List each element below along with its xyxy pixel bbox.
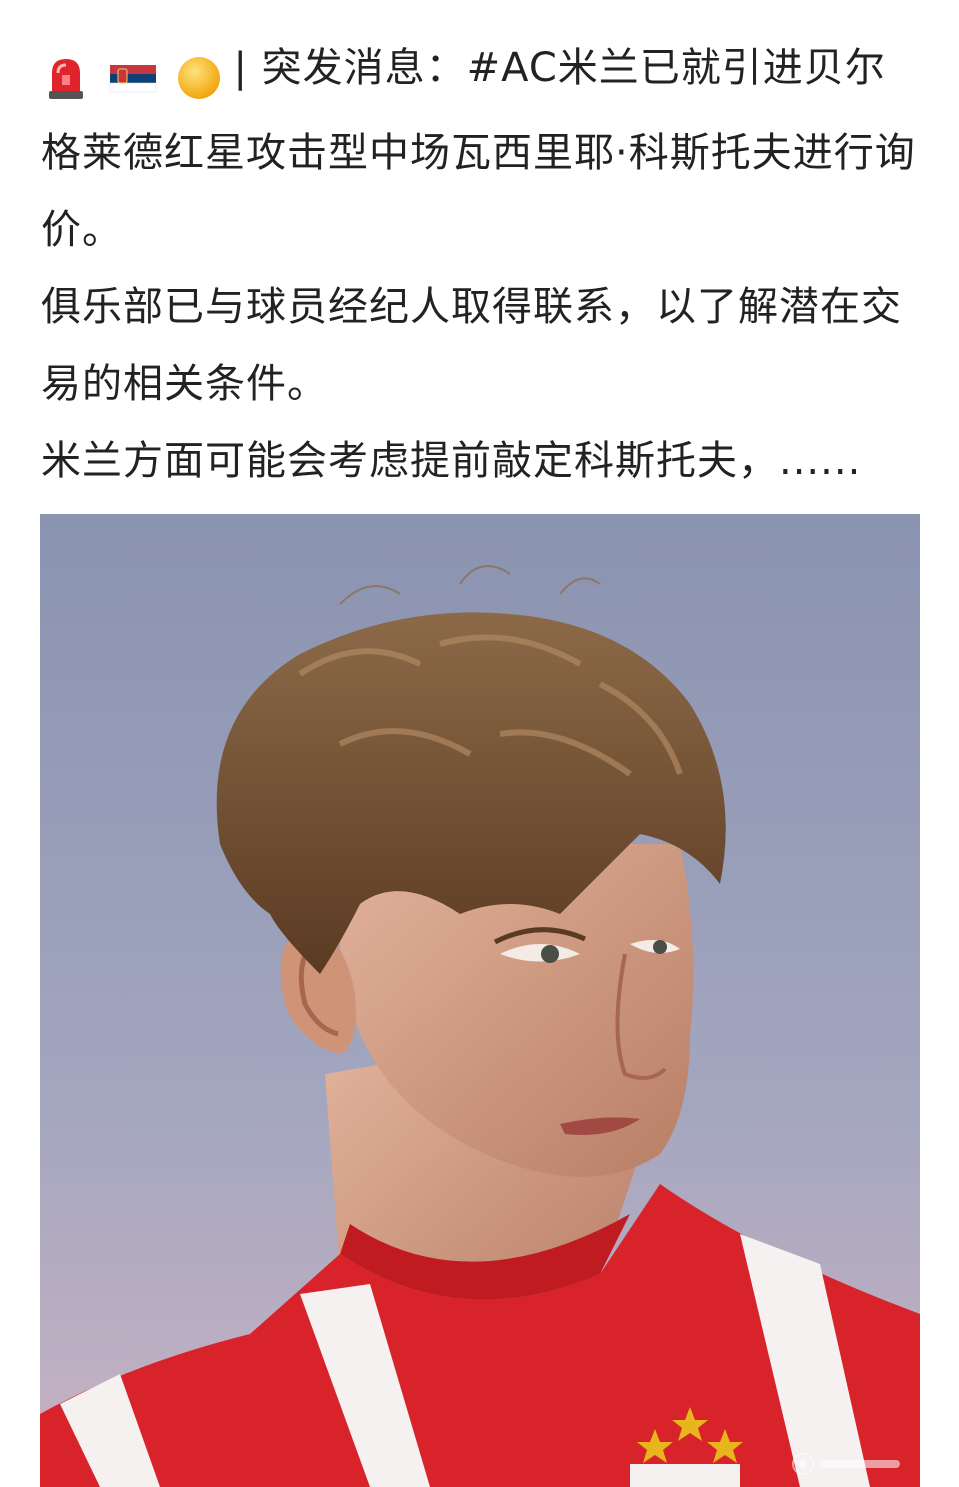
post-text: | 突发消息：#AC米兰已就引进贝尔格莱德红星攻击型中场瓦西里耶·科斯托夫进行询…: [41, 30, 921, 500]
orange-ball-icon: [178, 57, 221, 99]
expand-more-link[interactable]: ......: [779, 438, 861, 484]
post-paragraph-3: 米兰方面可能会考虑提前敲定科斯托夫，......: [41, 423, 921, 500]
post-paragraph-2: 俱乐部已与球员经纪人取得联系，以了解潜在交易的相关条件。: [41, 284, 902, 407]
emoji-row: [41, 38, 227, 115]
serbia-flag-icon: [109, 65, 156, 93]
player-portrait-image: [40, 514, 920, 1487]
separator: |: [233, 45, 248, 91]
player-photo[interactable]: [40, 514, 920, 1487]
watermark-logo: [792, 1453, 900, 1475]
weibo-post: | 突发消息：#AC米兰已就引进贝尔格莱德红星攻击型中场瓦西里耶·科斯托夫进行询…: [0, 0, 959, 1487]
post-paragraph-3-text: 米兰方面可能会考虑提前敲定科斯托夫，: [41, 438, 779, 484]
post-paragraph-1: | 突发消息：#AC米兰已就引进贝尔格莱德红星攻击型中场瓦西里耶·科斯托夫进行询…: [41, 30, 921, 269]
police-light-icon: [49, 59, 83, 99]
